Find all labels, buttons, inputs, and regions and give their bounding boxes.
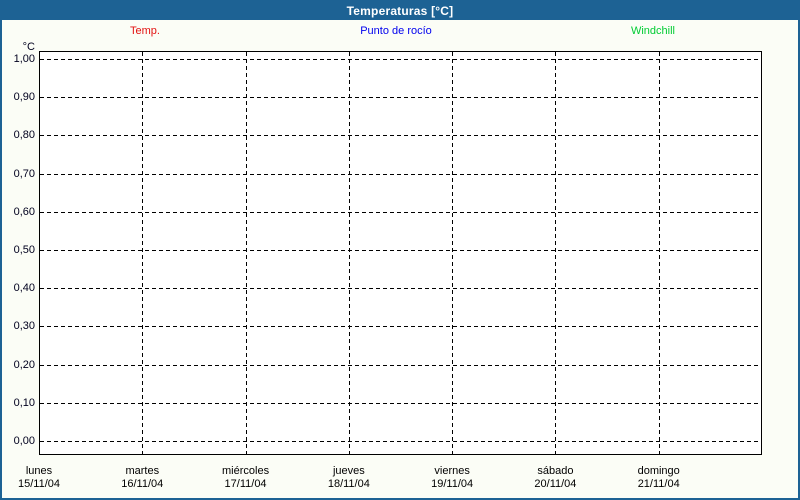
horizontal-gridline	[40, 174, 761, 175]
y-axis-tick-label: 1,00	[2, 52, 35, 66]
x-axis-day-label: jueves18/11/04	[302, 465, 396, 491]
y-axis-tick-label: 0,10	[2, 396, 35, 410]
horizontal-gridline	[40, 212, 761, 213]
weekday-label: sábado	[537, 465, 573, 477]
vertical-gridline	[349, 52, 350, 454]
date-label: 16/11/04	[95, 478, 189, 491]
y-axis-tick-label: 0,60	[2, 205, 35, 219]
chart-title-bar: Temperaturas [°C]	[2, 2, 798, 20]
vertical-gridline	[142, 52, 143, 454]
legend-item: Punto de rocío	[306, 25, 486, 38]
y-axis-tick-label: 0,90	[2, 90, 35, 104]
horizontal-gridline	[40, 365, 761, 366]
weekday-label: jueves	[333, 465, 365, 477]
weekday-label: domingo	[638, 465, 680, 477]
vertical-gridline	[555, 52, 556, 454]
weekday-label: martes	[125, 465, 159, 477]
vertical-gridline	[246, 52, 247, 454]
horizontal-gridline	[40, 403, 761, 404]
x-axis-day-label: miércoles17/11/04	[199, 465, 293, 491]
x-axis-day-label: martes16/11/04	[95, 465, 189, 491]
date-label: 20/11/04	[508, 478, 602, 491]
y-axis-tick-label: 0,70	[2, 167, 35, 181]
horizontal-gridline	[40, 135, 761, 136]
date-label: 15/11/04	[0, 478, 86, 491]
horizontal-gridline	[40, 250, 761, 251]
vertical-gridline	[659, 52, 660, 454]
date-label: 19/11/04	[405, 478, 499, 491]
date-label: 18/11/04	[302, 478, 396, 491]
y-axis-tick-label: 0,50	[2, 243, 35, 257]
horizontal-gridline	[40, 288, 761, 289]
y-axis-tick-label: 0,20	[2, 358, 35, 372]
horizontal-gridline	[40, 441, 761, 442]
y-axis-tick-label: 0,30	[2, 319, 35, 333]
weekday-label: viernes	[434, 465, 469, 477]
x-axis-day-label: domingo21/11/04	[612, 465, 706, 491]
plot-area	[39, 51, 762, 455]
horizontal-gridline	[40, 59, 761, 60]
x-axis-day-label: viernes19/11/04	[405, 465, 499, 491]
legend-item: Temp.	[55, 25, 235, 38]
y-axis-tick-label: 0,80	[2, 128, 35, 142]
horizontal-gridline	[40, 97, 761, 98]
weekday-label: lunes	[26, 465, 52, 477]
horizontal-gridline	[40, 326, 761, 327]
date-label: 21/11/04	[612, 478, 706, 491]
legend-item: Windchill	[563, 25, 743, 38]
chart-title: Temperaturas [°C]	[347, 4, 454, 18]
date-label: 17/11/04	[199, 478, 293, 491]
x-axis-day-label: sábado20/11/04	[508, 465, 602, 491]
x-axis-day-label: lunes15/11/04	[0, 465, 86, 491]
vertical-gridline	[452, 52, 453, 454]
y-axis-tick-label: 0,40	[2, 281, 35, 295]
temperature-chart-panel: Temperaturas [°C] Temp. Punto de rocío Win…	[0, 0, 800, 500]
y-axis-tick-label: 0,00	[2, 434, 35, 448]
weekday-label: miércoles	[222, 465, 269, 477]
